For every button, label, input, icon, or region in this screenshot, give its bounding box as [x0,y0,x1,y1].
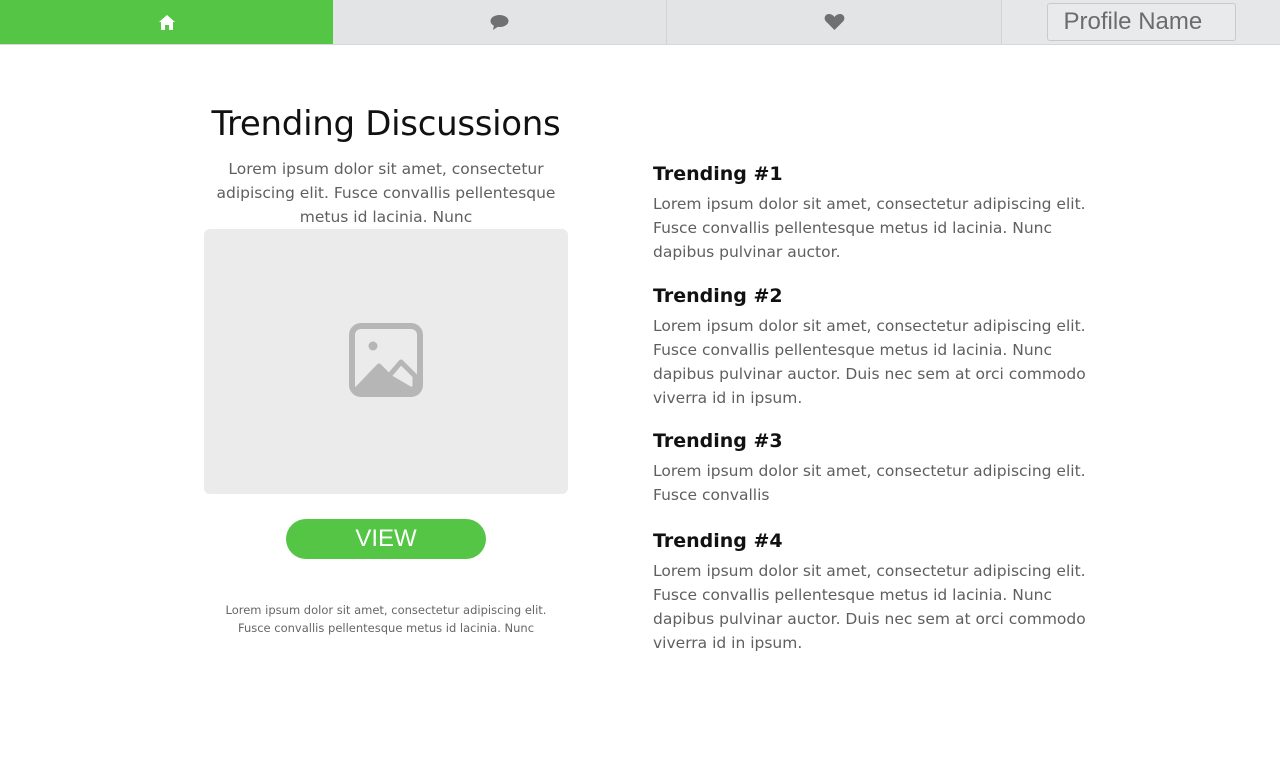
trending-text: Lorem ipsum dolor sit amet, consectetur … [653,462,1086,504]
trending-text: Lorem ipsum dolor sit amet, consectetur … [653,562,1086,652]
featured-caption: Lorem ipsum dolor sit amet, consectetur … [225,603,547,635]
trending-text: Lorem ipsum dolor sit amet, consectetur … [653,195,1086,261]
tab-messages[interactable] [333,0,667,44]
image-icon [349,322,423,401]
page-title: Trending Discussions [211,104,561,144]
trending-text: Lorem ipsum dolor sit amet, consectetur … [653,317,1086,407]
trending-item: Trending #4 Lorem ipsum dolor sit amet, … [653,527,1103,655]
view-button[interactable]: VIEW [286,519,486,559]
featured-section: Trending Discussions Lorem ipsum dolor s… [204,100,568,637]
heart-icon [824,13,845,31]
top-navbar: Profile Name [0,0,1280,45]
trending-title[interactable]: Trending #2 [653,282,1103,310]
trending-title[interactable]: Trending #3 [653,427,1103,455]
tab-home[interactable] [0,0,333,44]
trending-title[interactable]: Trending #1 [653,160,1103,188]
trending-item: Trending #1 Lorem ipsum dolor sit amet, … [653,160,1103,264]
featured-image [204,229,568,494]
trending-item: Trending #2 Lorem ipsum dolor sit amet, … [653,282,1103,410]
chat-bubble-icon [490,14,509,31]
profile-name-field[interactable]: Profile Name [1046,3,1236,41]
featured-intro: Lorem ipsum dolor sit amet, consectetur … [216,160,556,226]
home-icon [158,14,176,31]
trending-item: Trending #3 Lorem ipsum dolor sit amet, … [653,427,1103,507]
trending-title[interactable]: Trending #4 [653,527,1103,555]
tab-profile: Profile Name [1002,0,1280,44]
tab-favorites[interactable] [667,0,1002,44]
